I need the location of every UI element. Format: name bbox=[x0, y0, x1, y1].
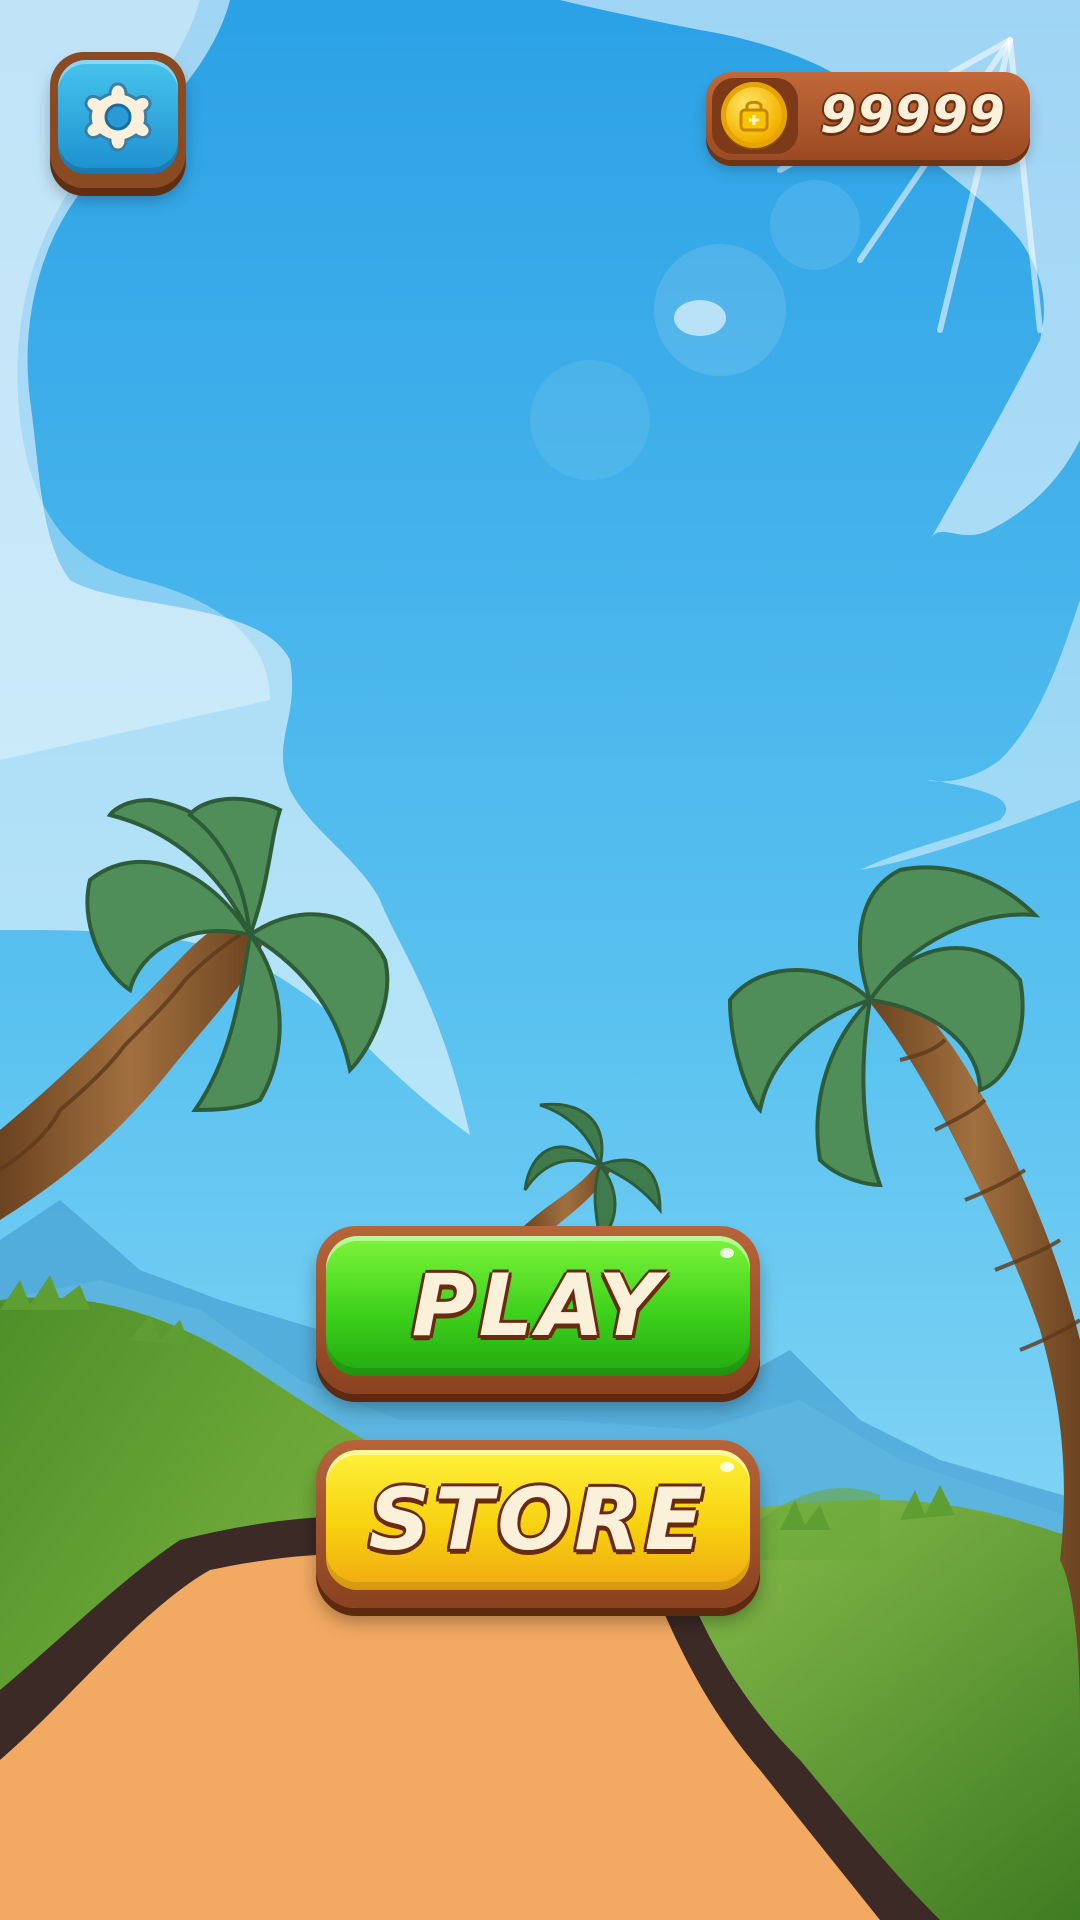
coin-icon bbox=[721, 82, 787, 148]
store-label: STORE bbox=[368, 1470, 708, 1570]
play-label: PLAY bbox=[411, 1256, 665, 1356]
coin-counter: 99999 bbox=[706, 72, 1030, 160]
game-background bbox=[0, 0, 1080, 1920]
lock-icon bbox=[739, 100, 769, 132]
coin-count: 99999 bbox=[820, 85, 1006, 145]
store-button[interactable]: STORE bbox=[316, 1440, 760, 1608]
settings-button-face bbox=[58, 60, 178, 174]
play-button[interactable]: PLAY bbox=[316, 1226, 760, 1394]
gear-icon bbox=[84, 82, 152, 152]
settings-button[interactable] bbox=[50, 52, 186, 188]
